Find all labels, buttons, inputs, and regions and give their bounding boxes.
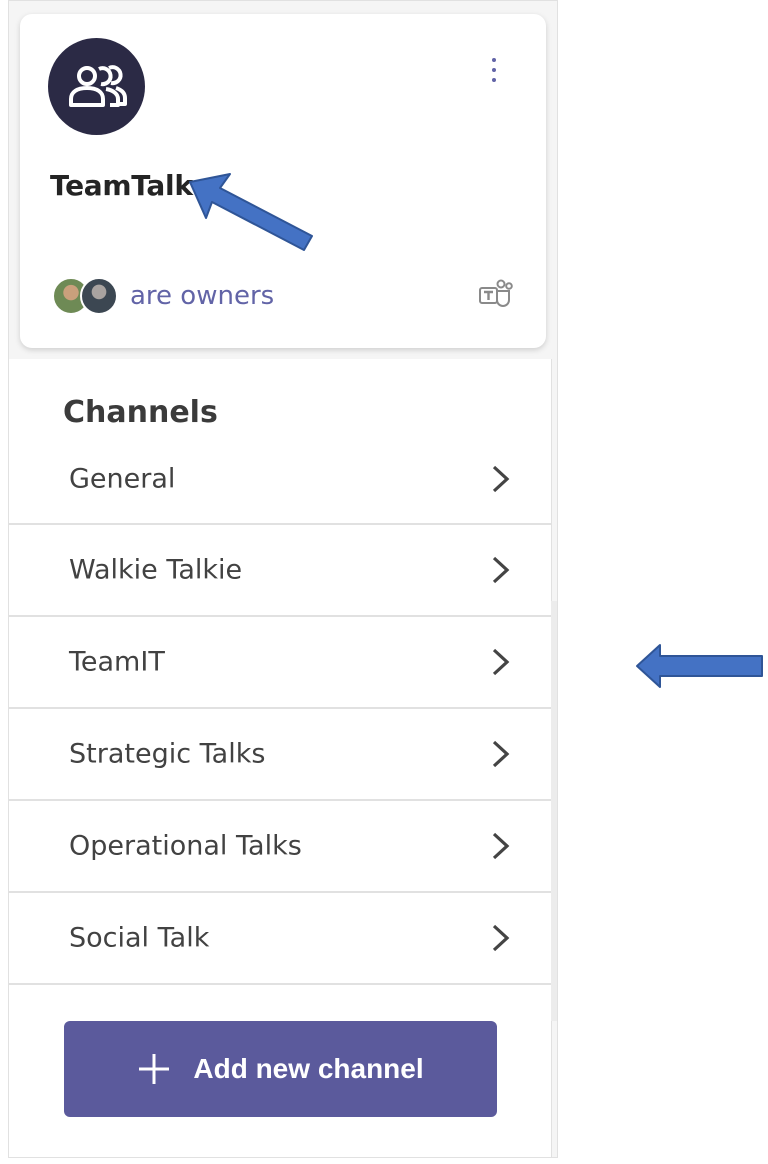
owners-label: are owners	[130, 281, 275, 311]
channel-label: Walkie Talkie	[69, 554, 243, 586]
team-avatar[interactable]	[48, 38, 145, 135]
channel-item-teamit[interactable]: TeamIT	[9, 617, 551, 709]
chevron-right-icon	[492, 465, 510, 493]
chevron-right-icon	[492, 740, 510, 768]
chevron-right-icon	[492, 556, 510, 584]
channel-item-general[interactable]: General	[9, 435, 551, 525]
people-group-icon	[68, 64, 127, 107]
channel-item-operational-talks[interactable]: Operational Talks	[9, 801, 551, 893]
team-name: TeamTalk	[50, 169, 193, 202]
teams-logo-icon	[479, 279, 513, 307]
owners-row[interactable]: are owners	[52, 276, 274, 316]
channel-label: Operational Talks	[69, 830, 302, 862]
channel-label: Social Talk	[69, 922, 210, 954]
callout-arrow-team-name	[189, 173, 313, 251]
channel-label: TeamIT	[69, 646, 165, 678]
more-vertical-icon	[492, 58, 496, 62]
channel-list: General Walkie Talkie TeamIT Strategic T…	[9, 435, 551, 985]
more-options-button[interactable]	[484, 50, 504, 90]
channel-item-strategic-talks[interactable]: Strategic Talks	[9, 709, 551, 801]
plus-icon	[139, 1054, 170, 1084]
scrollbar[interactable]	[551, 601, 557, 1021]
channels-section: Channels General Walkie Talkie TeamIT St…	[9, 359, 552, 1157]
callout-arrow-channels	[636, 644, 763, 688]
channel-label: General	[69, 463, 176, 495]
add-new-channel-button[interactable]: Add new channel	[64, 1021, 497, 1117]
add-new-channel-label: Add new channel	[193, 1053, 424, 1084]
owner-avatar[interactable]	[80, 277, 118, 315]
chevron-right-icon	[492, 832, 510, 860]
channel-label: Strategic Talks	[69, 738, 266, 770]
channels-heading: Channels	[63, 395, 218, 430]
channel-item-social-talk[interactable]: Social Talk	[9, 893, 551, 985]
chevron-right-icon	[492, 648, 510, 676]
chevron-right-icon	[492, 924, 510, 952]
channel-item-walkie-talkie[interactable]: Walkie Talkie	[9, 525, 551, 617]
